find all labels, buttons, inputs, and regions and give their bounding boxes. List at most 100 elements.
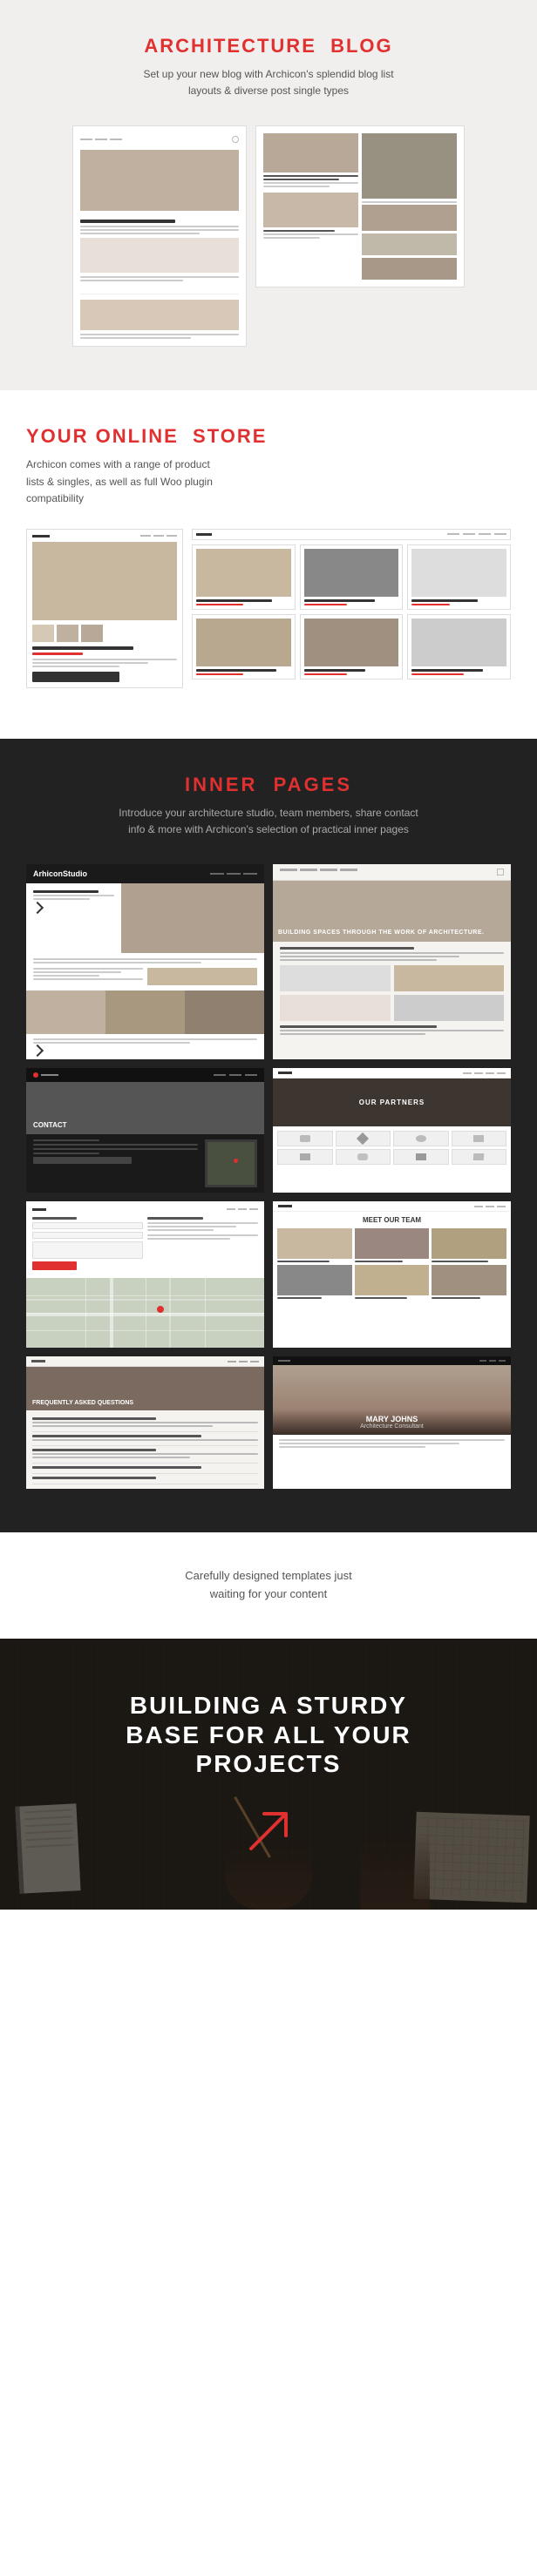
partner-logo (393, 1149, 449, 1165)
team-page-screenshot: Meet our team (273, 1201, 511, 1348)
studio-hero (26, 883, 264, 953)
profile-nav (273, 1356, 511, 1365)
blog-title-main: ARCHITECTURE (144, 35, 316, 57)
store-title-pre: YOUR ONLINE (26, 425, 179, 447)
map-pin (157, 1306, 164, 1313)
services-hero-image: BUILDING SPACES THROUGH THE WORK OF ARCH… (273, 881, 511, 942)
waiting-section: Carefully designed templates just waitin… (0, 1532, 537, 1639)
profile-title: Architecture Consultant (278, 1423, 506, 1430)
building-title-line3: PROJECTS (196, 1750, 342, 1777)
blog-sub-section (80, 294, 239, 339)
faq-content (26, 1410, 264, 1489)
faq-item (32, 1415, 258, 1432)
blog-title-accent: BLOG (330, 35, 393, 57)
faq-item (32, 1432, 258, 1446)
store-product-grid (192, 544, 511, 679)
partners-page-screenshot: OUR PARTNERS (273, 1068, 511, 1193)
building-arrow-wrapper (35, 1805, 502, 1857)
inner-title-accent: INNER (185, 774, 257, 795)
blog-screenshots (26, 125, 511, 347)
partner-logo (393, 1131, 449, 1146)
partner-logo (452, 1149, 507, 1165)
blog-left-preview (80, 133, 239, 339)
partners-logos-grid (273, 1126, 511, 1169)
store-screenshots (26, 529, 511, 695)
contact-hero-text: CONTACT (33, 1121, 67, 1129)
building-content: BUILDING A STURDY BASE FOR ALL YOUR PROJ… (35, 1691, 502, 1857)
building-section: BUILDING A STURDY BASE FOR ALL YOUR PROJ… (0, 1639, 537, 1910)
services-content (273, 942, 511, 1040)
building-title: BUILDING A STURDY BASE FOR ALL YOUR PROJ… (35, 1691, 502, 1779)
store-product-card (26, 529, 183, 688)
partner-logo (277, 1149, 333, 1165)
inner-title: INNER PAGES (26, 774, 511, 796)
contact-nav (214, 1074, 257, 1076)
studio-hero-text (26, 883, 121, 953)
team-member (277, 1228, 352, 1262)
blog-right-col-2 (362, 133, 457, 280)
partners-title: OUR PARTNERS (359, 1099, 425, 1106)
profile-page-screenshot: MARY JOHNS Architecture Consultant (273, 1356, 511, 1489)
team-member (432, 1265, 506, 1299)
faq-item (32, 1464, 258, 1474)
store-description: Archicon comes with a range of product l… (26, 456, 218, 507)
profile-name: MARY JOHNS (278, 1415, 506, 1423)
inner-pages-section: INNER PAGES Introduce your architecture … (0, 739, 537, 1532)
services-grid (280, 965, 504, 1021)
team-members-grid (273, 1228, 511, 1303)
studio-page-screenshot: ArhiconStudio (26, 864, 264, 1059)
contact-header (26, 1068, 264, 1082)
faq-nav (26, 1356, 264, 1367)
partners-hero: OUR PARTNERS (273, 1078, 511, 1126)
inner-pages-grid: ArhiconStudio (26, 864, 511, 1489)
inner-description: Introduce your architecture studio, team… (112, 805, 425, 838)
team-member (432, 1228, 506, 1262)
building-title-line1: BUILDING A STURDY (130, 1692, 407, 1719)
store-section: YOUR ONLINE STORE Archicon comes with a … (0, 390, 537, 739)
partners-nav (273, 1068, 511, 1078)
studio-logo: ArhiconStudio (33, 869, 87, 878)
blog-title: ARCHITECTURE BLOG (26, 35, 511, 57)
partner-logo (336, 1131, 391, 1146)
building-arrow-icon (242, 1805, 295, 1857)
store-title-accent: STORE (193, 425, 267, 447)
profile-content (273, 1435, 511, 1454)
blog-right-inner (263, 133, 457, 280)
studio-footer-content (26, 1034, 264, 1059)
faq-item (32, 1474, 258, 1484)
studio-nav (210, 873, 257, 875)
faq-hero-text: FREQUENTLY ASKED QUESTIONS (32, 1400, 133, 1406)
waiting-line2: waiting for your content (210, 1587, 327, 1600)
studio-hero-image (121, 883, 264, 953)
waiting-text: Carefully designed templates just waitin… (26, 1567, 511, 1604)
blog-screenshot-right (255, 125, 465, 287)
studio-header: ArhiconStudio (26, 864, 264, 883)
profile-overlay: MARY JOHNS Architecture Consultant (273, 1410, 511, 1435)
services-header (273, 864, 511, 881)
team-member (277, 1265, 352, 1299)
building-title-line2: BASE FOR ALL YOUR (126, 1721, 411, 1748)
blog-screenshot-left (72, 125, 247, 347)
map-area (26, 1278, 264, 1348)
store-grid-item (407, 614, 511, 679)
profile-hero-image: MARY JOHNS Architecture Consultant (273, 1365, 511, 1435)
store-grid-item (300, 544, 404, 610)
services-hero-text: BUILDING SPACES THROUGH THE WORK OF ARCH… (278, 929, 484, 936)
partner-logo (336, 1149, 391, 1165)
store-screenshot-left (26, 529, 183, 695)
studio-content (26, 953, 264, 991)
store-grid-item (192, 614, 296, 679)
partner-logo (277, 1131, 333, 1146)
partner-logo (452, 1131, 507, 1146)
contact-page-screenshot: CONTACT (26, 1068, 264, 1193)
map-page-screenshot (26, 1201, 264, 1348)
team-nav (273, 1201, 511, 1212)
inner-title-main: PAGES (274, 774, 352, 795)
contact-content (26, 1134, 264, 1193)
studio-people (26, 991, 264, 1034)
faq-page-screenshot: FREQUENTLY ASKED QUESTIONS (26, 1356, 264, 1489)
contact-hero: CONTACT (26, 1082, 264, 1134)
faq-item (32, 1446, 258, 1464)
store-title: YOUR ONLINE STORE (26, 425, 511, 448)
map-content (26, 1201, 264, 1278)
